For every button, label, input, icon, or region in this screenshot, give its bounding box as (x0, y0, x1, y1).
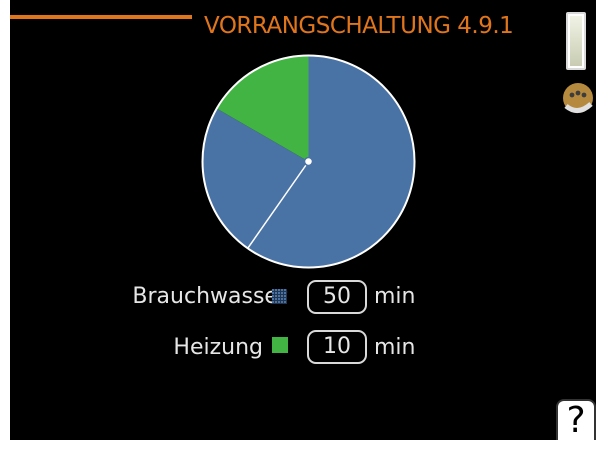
hot-water-minutes-field[interactable]: 50 (307, 280, 367, 314)
frame-right (596, 0, 606, 450)
heating-swatch-icon (272, 337, 288, 353)
hot-water-swatch-icon (272, 289, 287, 304)
pie-center-dot (303, 156, 314, 167)
hot-water-label: Brauchwasser (132, 284, 287, 309)
hot-water-unit: min (374, 284, 416, 309)
heating-minutes-field[interactable]: 10 (307, 330, 367, 364)
heating-unit: min (374, 335, 416, 360)
control-knob-icon (563, 83, 593, 113)
help-button[interactable]: ? (556, 399, 596, 441)
frame-bottom (0, 440, 606, 450)
scrollbar-thumb[interactable] (570, 16, 582, 66)
page-title: VORRANGSCHALTUNG 4.9.1 (204, 13, 514, 39)
scrollbar[interactable] (566, 12, 586, 70)
title-underline (10, 15, 192, 19)
frame-left (0, 0, 10, 450)
screen: VORRANGSCHALTUNG 4.9.1 Brauchwasser 50 m… (0, 0, 606, 450)
heating-label: Heizung (173, 335, 263, 360)
priority-pie-chart (201, 54, 416, 269)
